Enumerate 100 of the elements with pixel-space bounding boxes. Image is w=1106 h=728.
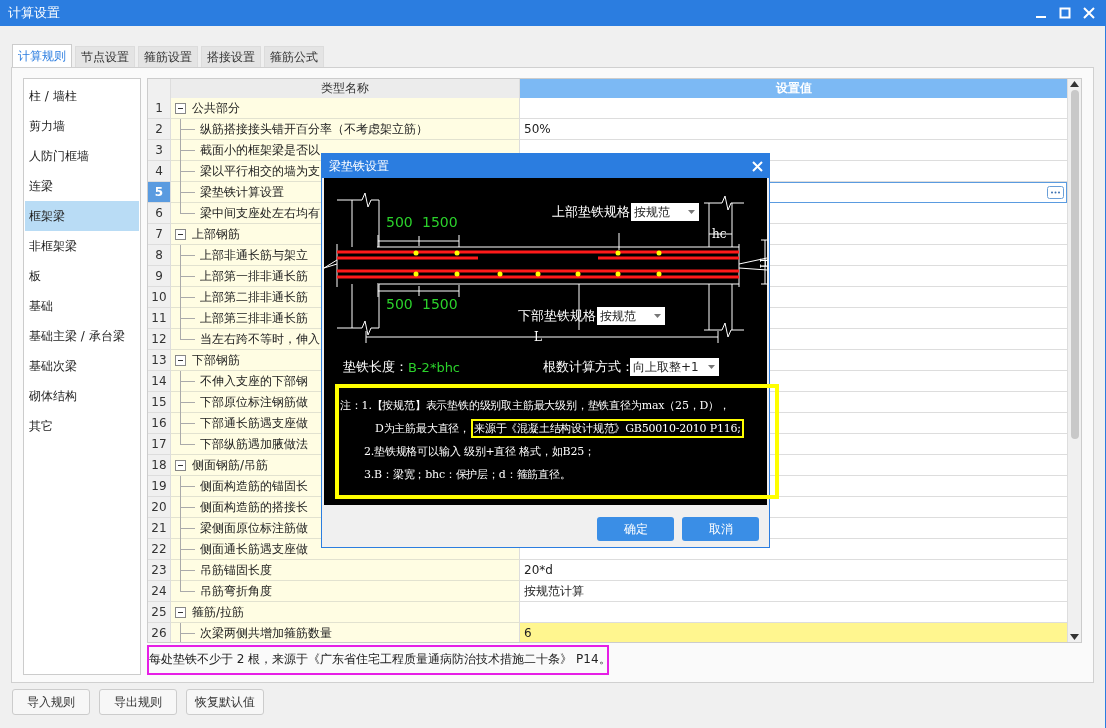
row-number: 11: [148, 308, 171, 329]
sidebar-item[interactable]: 剪力墙: [25, 111, 139, 141]
row-number: 23: [148, 560, 171, 581]
dimension-label: 1500: [422, 296, 458, 312]
row-number: 5: [148, 182, 171, 203]
dimension-label: hc: [712, 227, 727, 241]
row-number: 26: [148, 623, 171, 642]
setting-name: 纵筋搭接接头错开百分率（不考虑架立筋）: [200, 120, 428, 138]
action-button[interactable]: 恢复默认值: [186, 689, 264, 715]
collapse-icon[interactable]: [175, 354, 186, 366]
setting-name: 梁垫铁计算设置: [200, 183, 284, 201]
setting-name: 上部非通长筋与架立: [200, 246, 308, 264]
row-number: 18: [148, 455, 171, 476]
setting-value[interactable]: 按规范计算: [520, 581, 1067, 602]
scrollbar-thumb[interactable]: [1070, 90, 1079, 439]
sidebar-item[interactable]: 柱 / 墙柱: [25, 81, 139, 111]
ellipsis-icon[interactable]: [1047, 186, 1064, 199]
setting-name: 梁以平行相交的墙为支: [200, 162, 320, 180]
dialog-title: 梁垫铁设置: [329, 157, 389, 175]
caret-icon: [654, 314, 661, 318]
spec-dropdown[interactable]: 按规范: [631, 203, 699, 221]
setting-name: 下部原位标注钢筋做: [200, 393, 308, 411]
row-number: 8: [148, 245, 171, 266]
row-number: 24: [148, 581, 171, 602]
setting-name: 梁侧面原位标注筋做: [200, 519, 308, 537]
setting-name: 不伸入支座的下部钢: [200, 372, 308, 390]
caret-icon: [708, 365, 715, 369]
row-number: 6: [148, 203, 171, 224]
setting-value[interactable]: 50%: [520, 119, 1067, 140]
length-formula: B-2*bhc: [408, 359, 461, 375]
sidebar-item[interactable]: 砌体结构: [25, 381, 139, 411]
dimension-label: 1500: [422, 214, 458, 230]
sidebar-item[interactable]: 其它: [25, 411, 139, 441]
row-number: 15: [148, 392, 171, 413]
row-number: 17: [148, 434, 171, 455]
note-text: 2.垫铁规格可以输入 级别+直径 格式，如B25；: [364, 444, 595, 459]
collapse-icon[interactable]: [175, 102, 186, 114]
action-button[interactable]: 导入规则: [12, 689, 90, 715]
scroll-down-icon[interactable]: [1070, 633, 1079, 640]
spec-label: 下部垫铁规格: [518, 307, 596, 325]
sidebar-item[interactable]: 基础次梁: [25, 351, 139, 381]
row-number: 4: [148, 161, 171, 182]
sidebar-item[interactable]: 人防门框墙: [25, 141, 139, 171]
row-number: 9: [148, 266, 171, 287]
row-number: 2: [148, 119, 171, 140]
collapse-icon[interactable]: [175, 228, 186, 240]
setting-name: 上部第二排非通长筋: [200, 288, 308, 306]
row-number: 19: [148, 476, 171, 497]
length-label: 垫铁长度：: [343, 358, 408, 376]
tab[interactable]: 箍筋设置: [138, 46, 198, 67]
tab[interactable]: 搭接设置: [201, 46, 261, 67]
row-number: 22: [148, 539, 171, 560]
setting-name: 截面小的框架梁是否以: [200, 141, 320, 159]
setting-name: 梁中间支座处左右均有: [200, 204, 320, 222]
group-name: 公共部分: [192, 99, 240, 117]
row-number: 21: [148, 518, 171, 539]
dimension-label: 500: [386, 296, 413, 312]
setting-name: 侧面构造筋的锚固长: [200, 477, 308, 495]
spec-dropdown[interactable]: 按规范: [597, 307, 665, 325]
row-number: 10: [148, 287, 171, 308]
collapse-icon[interactable]: [175, 606, 186, 618]
row-number: 12: [148, 329, 171, 350]
table-corner: [148, 79, 171, 98]
close-icon[interactable]: [752, 160, 763, 172]
row-number: 16: [148, 413, 171, 434]
setting-name: 上部第三排非通长筋: [200, 309, 308, 327]
sidebar-item[interactable]: 基础: [25, 291, 139, 321]
action-button[interactable]: 导出规则: [99, 689, 177, 715]
setting-value[interactable]: 6: [520, 623, 1067, 642]
row-number: 7: [148, 224, 171, 245]
sidebar-item[interactable]: 非框架梁: [25, 231, 139, 261]
row-number: 13: [148, 350, 171, 371]
sidebar-item[interactable]: 框架梁: [25, 201, 139, 231]
tab[interactable]: 节点设置: [75, 46, 135, 67]
setting-value[interactable]: 20*d: [520, 560, 1067, 581]
group-name: 侧面钢筋/吊筋: [192, 456, 269, 474]
sidebar-item[interactable]: 板: [25, 261, 139, 291]
scroll-up-icon[interactable]: [1070, 81, 1079, 87]
tab[interactable]: 计算规则: [12, 44, 72, 67]
sidebar-item[interactable]: 基础主梁 / 承台梁: [25, 321, 139, 351]
caret-icon: [688, 210, 695, 214]
setting-name: 当左右跨不等时，伸入: [200, 330, 320, 348]
group-name: 上部钢筋: [192, 225, 240, 243]
setting-name: 下部通长筋遇支座做: [200, 414, 308, 432]
maximize-icon[interactable]: [1059, 7, 1071, 19]
dimension-label: L: [534, 330, 542, 344]
note-text: D为主筋最大直径，: [375, 421, 471, 436]
collapse-icon[interactable]: [175, 459, 186, 471]
setting-name: 吊筋弯折角度: [200, 582, 272, 600]
sidebar-item[interactable]: 连梁: [25, 171, 139, 201]
group-name: 箍筋/拉筋: [192, 603, 245, 621]
source-note: 来源于《混凝土结构设计规范》GB50010-2010 P116;: [471, 419, 744, 438]
column-header: 设置值: [520, 79, 1067, 98]
close-icon[interactable]: [1083, 7, 1095, 19]
setting-name: 侧面通长筋遇支座做: [200, 540, 308, 558]
spec-label: 上部垫铁规格: [552, 203, 630, 221]
scrollbar[interactable]: [1067, 79, 1081, 642]
count-method-dropdown[interactable]: 向上取整+1: [630, 358, 719, 376]
note-text: 注：1.【按规范】表示垫铁的级别取主筋最大级别，垫铁直径为max（25，D），: [340, 398, 730, 413]
tab[interactable]: 箍筋公式: [264, 46, 324, 67]
